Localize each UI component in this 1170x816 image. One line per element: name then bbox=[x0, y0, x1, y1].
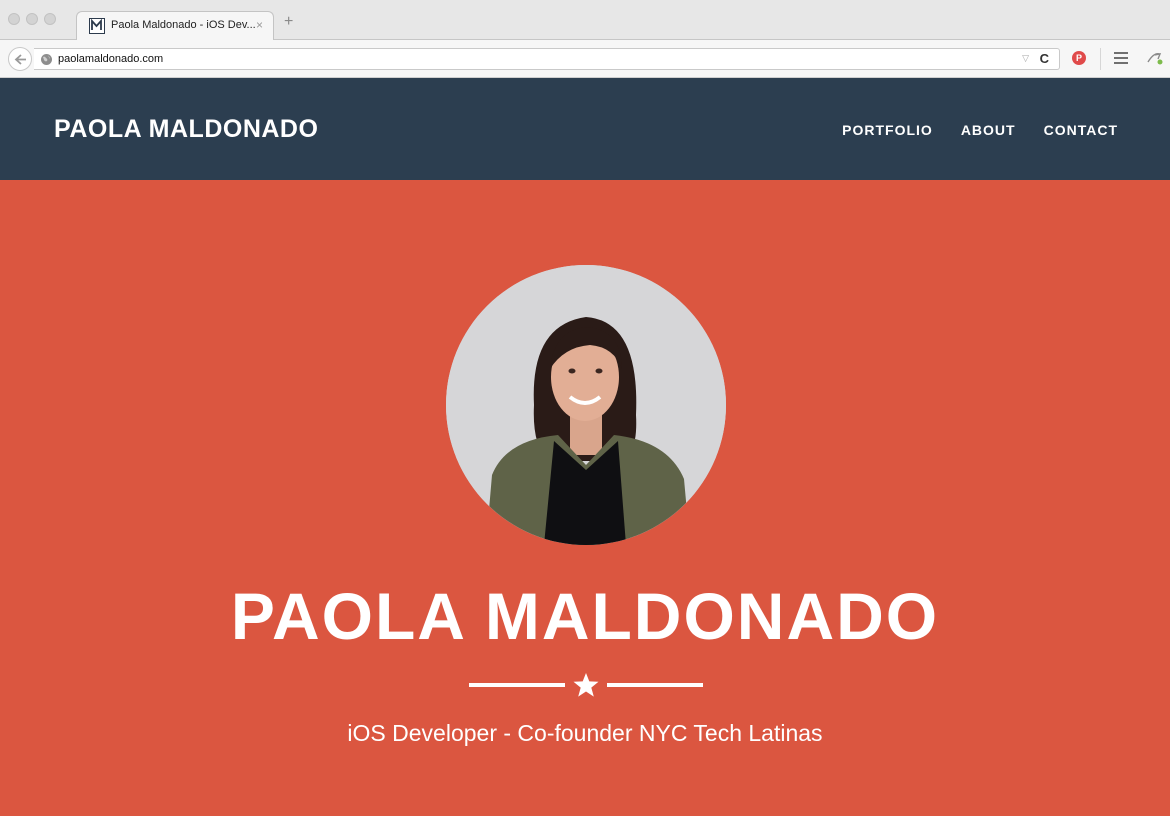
back-button[interactable] bbox=[8, 47, 32, 71]
minimize-window-button[interactable] bbox=[26, 13, 38, 25]
nav-link-portfolio[interactable]: PORTFOLIO bbox=[842, 122, 933, 138]
globe-icon bbox=[41, 54, 52, 65]
profile-photo bbox=[446, 265, 726, 545]
nav-link-contact[interactable]: CONTACT bbox=[1044, 122, 1118, 138]
reload-icon[interactable]: C bbox=[1040, 51, 1049, 66]
tab-close-icon[interactable]: × bbox=[256, 18, 263, 32]
nav-link-about[interactable]: ABOUT bbox=[961, 122, 1016, 138]
hamburger-menu-icon[interactable] bbox=[1114, 52, 1128, 67]
url-dropdown-icon[interactable]: ▽ bbox=[1022, 53, 1029, 64]
tab-title: Paola Maldonado - iOS Dev... bbox=[111, 19, 256, 31]
new-tab-button[interactable]: + bbox=[284, 14, 293, 30]
nav-links: PORTFOLIO ABOUT CONTACT bbox=[814, 122, 1118, 138]
hero-divider bbox=[469, 672, 703, 698]
hero-section: PAOLA MALDONADO iOS Developer - Co-found… bbox=[0, 180, 1170, 816]
divider-line-right bbox=[607, 683, 703, 687]
address-bar[interactable]: paolamaldonado.com ▽ C bbox=[34, 48, 1060, 70]
url-text[interactable]: paolamaldonado.com bbox=[58, 53, 163, 65]
browser-tab[interactable]: Paola Maldonado - iOS Dev... × bbox=[76, 11, 274, 41]
browser-toolbar: paolamaldonado.com ▽ C P bbox=[0, 40, 1170, 78]
hero-subtitle: iOS Developer - Co-founder NYC Tech Lati… bbox=[347, 720, 823, 746]
browser-titlebar: Paola Maldonado - iOS Dev... × + bbox=[0, 0, 1170, 41]
divider-line-left bbox=[469, 683, 565, 687]
pinterest-icon[interactable]: P bbox=[1072, 51, 1086, 65]
site-navbar: PAOLA MALDONADO PORTFOLIO ABOUT CONTACT bbox=[0, 78, 1170, 180]
zoom-window-button[interactable] bbox=[44, 13, 56, 25]
back-arrow-icon bbox=[14, 54, 26, 65]
site-brand[interactable]: PAOLA MALDONADO bbox=[54, 115, 318, 144]
star-icon bbox=[573, 673, 599, 697]
hero-name: PAOLA MALDONADO bbox=[230, 579, 940, 653]
close-window-button[interactable] bbox=[8, 13, 20, 25]
extension-icon[interactable] bbox=[1146, 50, 1164, 66]
site-favicon-icon bbox=[89, 18, 105, 34]
toolbar-divider bbox=[1100, 48, 1101, 70]
